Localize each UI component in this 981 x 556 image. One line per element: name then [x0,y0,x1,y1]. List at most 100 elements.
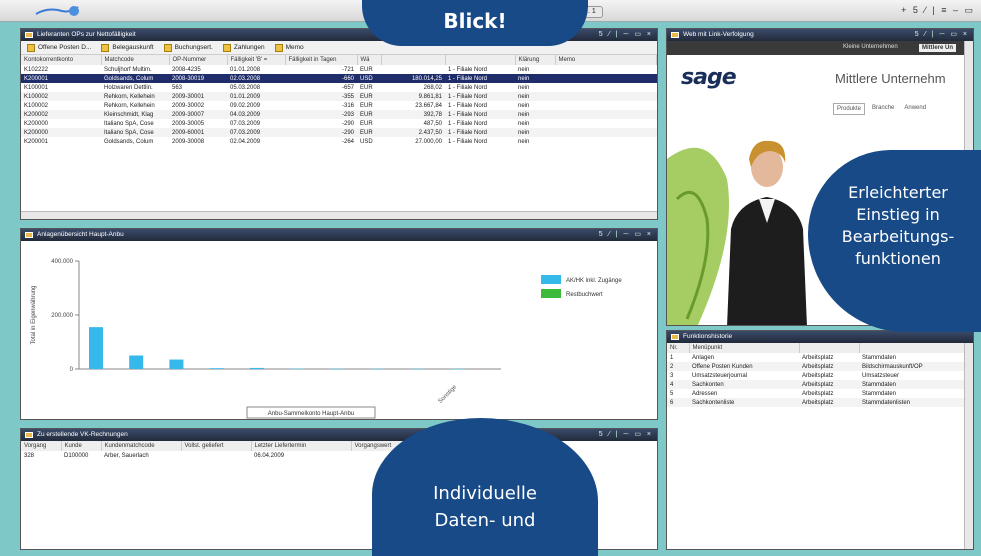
table-row[interactable]: 6 Sachkontenliste Arbeitsplatz Stammdatenli… [667,398,973,407]
chart-bar[interactable] [290,368,304,370]
chart-bar[interactable] [330,368,345,370]
document-info-button[interactable]: Belegauskunft [101,43,154,52]
chart-bar[interactable] [129,355,144,370]
table-row[interactable]: 1 Anlagen Arbeitsplatz Stammdaten [667,353,973,362]
payables-panel: Lieferanten OPs zur Nettofälligkeit 5 ⁄ … [20,28,658,220]
x-tick-label: Sonstige [437,384,458,405]
table-cell [555,128,657,137]
table-row[interactable]: 4 Sachkonten Arbeitsplatz Stammdaten [667,380,973,389]
panel-controls-icon[interactable]: 5 ⁄ | ─ ▭ × [599,29,653,41]
table-row[interactable]: K100002 Rehkorn, Kellehein 2009-30001 01.01… [21,92,657,101]
table-cell: Stammdaten [862,354,897,361]
panel-controls-icon[interactable]: 5 ⁄ | ─ ▭ × [599,429,653,441]
column-header[interactable]: Nr. [667,343,690,353]
table-cell: 4 [667,380,689,389]
booking-value-button[interactable]: Buchungsert. [163,43,213,52]
callout-bottom-line: Daten- und [434,510,536,531]
table-row[interactable]: K200001 Goldsands, Colum 2008-30019 02.03.2… [21,74,657,83]
tab-small-business[interactable]: Kleine Unternehmen [843,44,898,50]
chart-bar[interactable] [169,359,184,369]
column-header[interactable] [445,55,516,65]
table-row[interactable]: K100001 Holzwaren Dettlin. 563 05.03.2008 -6… [21,83,657,92]
table-cell: -660 [285,74,357,83]
table-cell: Arbeitsplatz [799,362,859,371]
column-header[interactable]: Menüpunkt [689,343,800,353]
table-row[interactable]: 2 Offene Posten Kunden Arbeitsplatz Bildsch… [667,362,973,371]
legend-label: AK/HK inkl. Zugänge [566,278,622,284]
panel-controls-icon[interactable]: 5 ⁄ | ─ ▭ × [915,29,969,41]
web-navigation: Produkte Branche Anwend [833,103,929,115]
table-row[interactable]: K200002 Kleinschmidt, Klag 2009-30007 04.03… [21,110,657,119]
table-cell: nein [515,92,555,101]
table-cell: USD [360,138,373,145]
nav-industry[interactable]: Branche [869,103,897,115]
table-cell: nein [515,110,555,119]
table-row[interactable]: K100002 Rehkorn, Kellehein 2009-30002 09.02… [21,101,657,110]
table-cell [555,110,657,119]
chart-bar[interactable] [410,368,425,370]
horizontal-scrollbar[interactable] [21,211,657,219]
window-controls[interactable]: + 5 ⁄ | ≡ – ▭ [901,5,975,16]
column-header[interactable]: Fälligkeit 'B' = [227,55,286,65]
table-cell: 23.667,84 [415,102,442,109]
panel-controls-icon[interactable]: 5 ⁄ | ─ ▭ × [599,229,653,241]
column-header[interactable]: Matchcode [101,55,170,65]
payments-button[interactable]: Zahlungen [222,43,265,52]
column-header[interactable]: OP-Nummer [169,55,228,65]
column-header[interactable]: Vorgang [21,441,62,451]
table-cell: Rehkorn, Kellehein [101,92,169,101]
chart-bar[interactable] [249,367,264,369]
chart-bar[interactable] [209,368,224,369]
open-items-button[interactable]: Offene Posten D... [27,43,91,52]
panel-icon [25,232,33,238]
column-header[interactable]: Memo [555,55,657,65]
table-row[interactable]: K200000 Italiano SpA, Cose 2009-30005 07.03… [21,119,657,128]
column-header[interactable]: Kontokorrentkonto [21,55,102,65]
table-cell: nein [518,138,530,145]
memo-button[interactable]: Memo [274,43,304,52]
column-header[interactable]: Wä [357,55,382,65]
table-row[interactable]: 3 Umsatzsteuerjournal Arbeitsplatz Umsatzst… [667,371,973,380]
column-header[interactable] [859,343,973,353]
sage-logo[interactable]: sage [681,65,737,90]
column-header[interactable]: Klärung [515,55,556,65]
table-row[interactable]: K102222 Schuljhorf Multim. 2008-4235 01.01.… [21,65,657,74]
table-row[interactable]: 5 Adressen Arbeitsplatz Stammdaten [667,389,973,398]
chart-bar[interactable] [450,368,465,370]
table-cell: K200001 [21,74,101,83]
table-cell [381,65,445,74]
table-cell: Arbeitsplatz [802,372,834,379]
chart-bar[interactable] [370,368,385,370]
table-row[interactable]: K200001 Goldsands, Colum 2009-30008 02.04.2… [21,137,657,146]
invoices-title: Zu erstellende VK-Rechnungen [37,431,128,438]
table-header-row: Nr. Menüpunkt [667,343,973,353]
table-cell [555,119,657,128]
table-cell: nein [515,128,555,137]
tab-medium-business[interactable]: Mittlere Un [919,44,957,52]
table-cell: Stammdatenlisten [859,398,973,407]
web-title: Web mit Link-Verfolgung [683,31,754,38]
y-tick-label: 200.000 [51,313,73,319]
column-header[interactable]: Kundenmatchcode [101,441,182,451]
column-header[interactable]: Vollst. geliefert [181,441,252,451]
column-header[interactable]: Fälligkeit in Tagen [285,55,358,65]
table-cell: Schuljhorf Multim. [104,66,152,73]
table-cell: 2009-30007 [169,110,227,119]
table-cell: K200000 [21,128,101,137]
column-header[interactable] [381,55,446,65]
table-row[interactable]: K200000 Italiano SpA, Cose 2009-60001 07.03… [21,128,657,137]
table-cell: Umsatzsteuerjournal [692,372,748,379]
nav-application[interactable]: Anwend [901,103,929,115]
table-cell: 2008-4235 [172,66,201,73]
chart-bar[interactable] [89,327,103,369]
column-header[interactable]: Kunde [61,441,102,451]
table-cell: -657 [341,84,354,91]
callout-right-line: funktionen [855,249,941,268]
vertical-scrollbar[interactable] [964,343,973,549]
table-cell: 6 [667,398,689,407]
column-header[interactable]: Letzter Liefertermin [251,441,352,451]
column-header[interactable] [799,343,860,353]
legend-label: Restbuchwert [566,292,603,298]
nav-products[interactable]: Produkte [833,103,866,115]
table-cell: 563 [172,84,183,91]
